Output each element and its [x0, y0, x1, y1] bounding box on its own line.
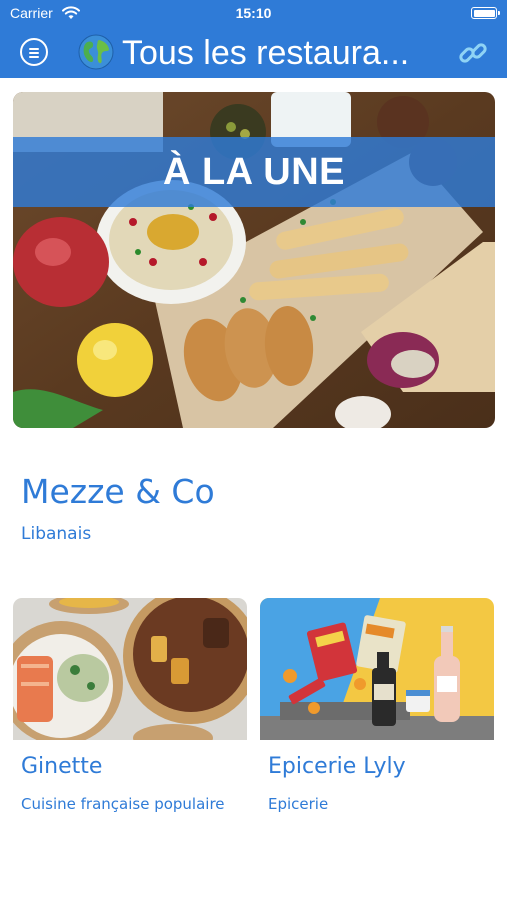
link-icon[interactable] — [457, 37, 489, 69]
globe-icon — [78, 34, 114, 70]
menu-button[interactable] — [20, 38, 48, 66]
status-bar: Carrier 15:10 — [0, 0, 507, 28]
page-title-text: Tous les restaura... — [122, 34, 410, 72]
navigation-bar: Carrier 15:10 Tous les restaura... — [0, 0, 507, 78]
ginette-photo — [13, 598, 247, 740]
clock: 15:10 — [235, 5, 272, 21]
restaurant-category: Cuisine française populaire — [21, 795, 225, 813]
restaurant-image-ginette — [13, 598, 247, 740]
epicerie-photo — [260, 598, 494, 740]
restaurant-category: Epicerie — [268, 795, 329, 813]
restaurant-image-epicerie-lyly — [260, 598, 494, 740]
restaurant-name[interactable]: Ginette — [21, 754, 102, 779]
restaurant-name[interactable]: Epicerie Lyly — [268, 754, 406, 779]
restaurant-card-epicerie-lyly[interactable]: Epicerie Lyly Epicerie — [260, 598, 494, 858]
featured-restaurant-category: Libanais — [21, 524, 92, 544]
page-title: Tous les restaura... — [78, 33, 438, 73]
featured-restaurant-image[interactable]: À LA UNE — [13, 92, 495, 428]
featured-banner-label: À LA UNE — [162, 150, 346, 193]
battery-icon — [471, 7, 500, 19]
restaurant-card-ginette[interactable]: Ginette Cuisine française populaire — [13, 598, 247, 858]
featured-restaurant-name[interactable]: Mezze & Co — [21, 472, 215, 511]
featured-banner: À LA UNE — [13, 137, 495, 207]
